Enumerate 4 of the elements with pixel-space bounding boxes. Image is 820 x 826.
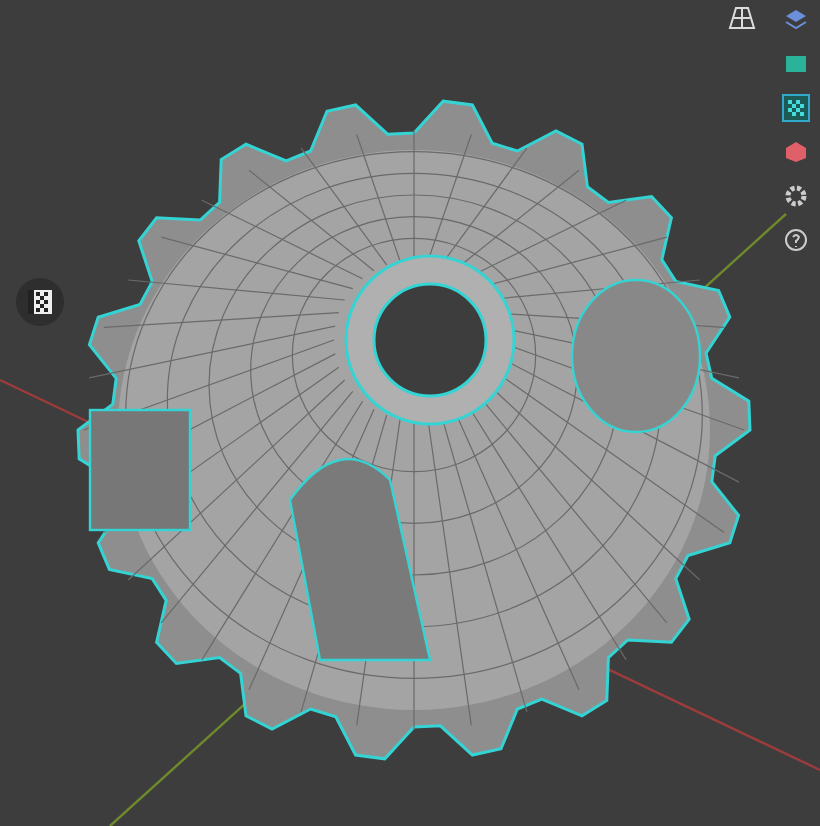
cube-icon[interactable] — [780, 136, 812, 168]
checker-icon[interactable] — [780, 92, 812, 124]
settings-icon[interactable] — [780, 180, 812, 212]
help-icon[interactable] — [780, 224, 812, 256]
